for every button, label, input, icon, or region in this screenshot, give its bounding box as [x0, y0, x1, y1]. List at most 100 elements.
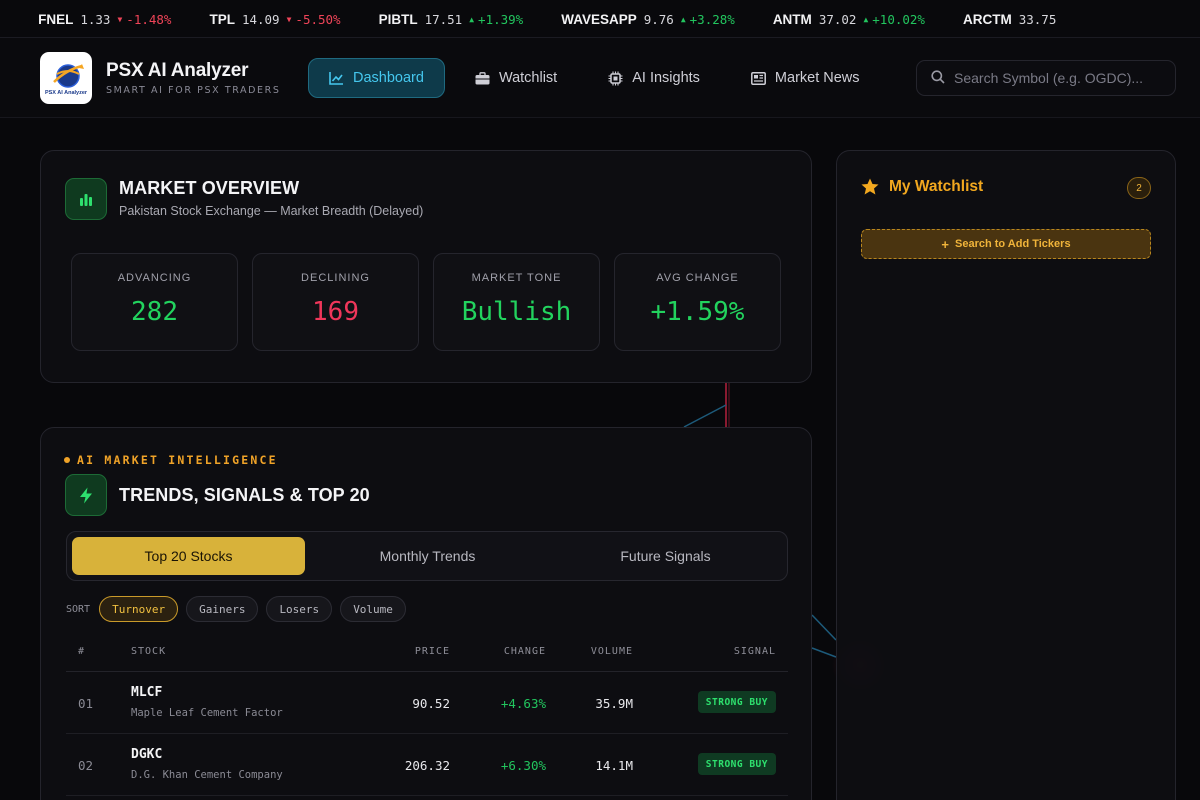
stat-label: AVG CHANGE	[656, 272, 739, 284]
ticker-symbol: WAVESAPP	[561, 11, 637, 27]
price-ticker: .63%FNEL1.33▼-1.48%TPL14.09▼-5.50%PIBTL1…	[0, 0, 1200, 38]
ticker-change-value: -5.50%	[295, 11, 341, 27]
ticker-track: .63%FNEL1.33▼-1.48%TPL14.09▼-5.50%PIBTL1…	[0, 0, 1101, 37]
market-overview-card: MARKET OVERVIEW Pakistan Stock Exchange …	[40, 150, 812, 383]
nav-dashboard[interactable]: Dashboard	[308, 58, 445, 98]
tab-monthly-trends[interactable]: Monthly Trends	[311, 537, 544, 575]
sort-turnover-chip[interactable]: Turnover	[99, 596, 179, 622]
main-nav: Dashboard Watchlist AI Insights Market N…	[308, 58, 890, 98]
sort-label: SORT	[66, 603, 91, 615]
watchlist-count-badge: 2	[1127, 177, 1151, 199]
overview-title: MARKET OVERVIEW	[119, 178, 300, 198]
ticker-change: ▲ +10.02%	[863, 12, 925, 27]
logo-globe-icon: PSX AI Analyzer	[45, 64, 88, 96]
ticker-price: 33.75	[1018, 11, 1057, 27]
stat-declining: DECLINING 169	[252, 253, 419, 351]
ticker-change: ▲ +1.39%	[469, 12, 523, 27]
sort-gainers-chip[interactable]: Gainers	[186, 596, 259, 622]
ai-intelligence-card: AI MARKET INTELLIGENCE TRENDS, SIGNALS &…	[40, 427, 812, 800]
ticker-price: 14.09	[241, 11, 280, 27]
intel-kicker: AI MARKET INTELLIGENCE	[64, 453, 278, 467]
add-tickers-button[interactable]: + Search to Add Tickers	[861, 229, 1151, 259]
plus-icon: +	[941, 236, 950, 252]
stat-label: ADVANCING	[117, 272, 192, 284]
row-rank: 02	[78, 758, 94, 773]
nav-watchlist[interactable]: Watchlist	[454, 58, 578, 98]
brand-logo[interactable]: PSX AI Analyzer	[40, 52, 92, 104]
row-price: 206.32	[404, 758, 450, 773]
col-stock[interactable]: STOCK	[131, 646, 166, 657]
table-header: # STOCK PRICE CHANGE VOLUME SIGNAL	[66, 636, 788, 672]
ticker-item[interactable]: FNEL 1.33 ▼ -1.48%	[38, 12, 171, 27]
nav-ai-insights[interactable]: AI Insights	[587, 58, 721, 98]
newspaper-icon	[750, 71, 766, 85]
star-icon	[861, 178, 879, 199]
col-rank[interactable]: #	[78, 646, 85, 657]
sort-losers-chip[interactable]: Losers	[266, 596, 333, 622]
app-header: PSX AI Analyzer PSX AI Analyzer SMART AI…	[0, 38, 1200, 118]
ticker-symbol: ANTM	[772, 11, 812, 27]
stat-advancing: ADVANCING 282	[71, 253, 238, 351]
stat-value: 282	[131, 297, 178, 327]
ticker-symbol: FNEL	[38, 11, 74, 27]
chart-line-icon	[329, 71, 344, 85]
ticker-change-value: +10.02%	[872, 11, 925, 27]
symbol-search[interactable]	[916, 60, 1176, 96]
table-row[interactable]: 02 DGKC D.G. Khan Cement Company 206.32 …	[66, 734, 788, 796]
nav-market-news-label: Market News	[774, 70, 860, 86]
ticker-symbol: PIBTL	[378, 11, 418, 27]
intel-title: TRENDS, SIGNALS & TOP 20	[119, 485, 370, 505]
ticker-change-value: +3.28%	[689, 11, 735, 27]
nav-market-news[interactable]: Market News	[730, 58, 881, 98]
row-price: 90.52	[412, 696, 450, 711]
tab-top-20[interactable]: Top 20 Stocks	[72, 537, 305, 575]
sort-controls: SORT Turnover Gainers Losers Volume	[66, 596, 414, 622]
ticker-change: ▼ -1.48%	[117, 12, 171, 27]
triangle-up-icon: ▲	[863, 14, 869, 24]
stat-avg-change: AVG CHANGE +1.59%	[614, 253, 781, 351]
stat-value: Bullish	[461, 297, 572, 327]
search-icon	[931, 69, 945, 88]
ticker-change-value: -1.48%	[126, 11, 172, 27]
row-volume: 14.1M	[595, 758, 633, 773]
ticker-item[interactable]: TPL 14.09 ▼ -5.50%	[209, 12, 340, 27]
ticker-item[interactable]: ARCTM 33.75	[963, 12, 1063, 27]
col-change[interactable]: CHANGE	[504, 646, 546, 657]
ticker-item[interactable]: ANTM 37.02 ▲ +10.02%	[773, 12, 925, 27]
col-volume[interactable]: VOLUME	[591, 646, 633, 657]
triangle-up-icon: ▲	[680, 14, 686, 24]
col-signal[interactable]: SIGNAL	[734, 646, 776, 657]
intel-tabs: Top 20 Stocks Monthly Trends Future Sign…	[66, 531, 788, 581]
row-volume: 35.9M	[595, 696, 633, 711]
nav-dashboard-label: Dashboard	[353, 70, 424, 86]
intel-kicker-text: AI MARKET INTELLIGENCE	[77, 453, 278, 467]
svg-text:PSX AI Analyzer: PSX AI Analyzer	[45, 90, 88, 96]
stat-label: MARKET TONE	[471, 272, 562, 284]
ticker-price: 1.33	[80, 11, 111, 27]
triangle-up-icon: ▲	[469, 14, 475, 24]
row-company-name: D.G. Khan Cement Company	[131, 769, 283, 781]
signal-badge: STRONG BUY	[697, 691, 776, 713]
nav-ai-insights-label: AI Insights	[632, 70, 700, 86]
ticker-price: 9.76	[643, 11, 674, 27]
triangle-down-icon: ▼	[117, 14, 123, 24]
stat-market-tone: MARKET TONE Bullish	[433, 253, 600, 351]
search-input[interactable]	[954, 70, 1164, 86]
add-tickers-label: Search to Add Tickers	[955, 238, 1071, 250]
stat-label: DECLINING	[301, 272, 370, 284]
lightning-icon	[65, 474, 107, 516]
ticker-change-value: +1.39%	[478, 11, 524, 27]
status-dot-icon	[64, 457, 70, 463]
watchlist-title: My Watchlist	[889, 178, 984, 195]
col-price[interactable]: PRICE	[415, 646, 450, 657]
stat-value: +1.59%	[650, 297, 745, 327]
tab-future-signals[interactable]: Future Signals	[549, 537, 782, 575]
row-company-name: Maple Leaf Cement Factor	[131, 707, 283, 719]
row-symbol: MLCF	[131, 685, 163, 700]
table-row[interactable]: 01 MLCF Maple Leaf Cement Factor 90.52 +…	[66, 672, 788, 734]
sort-volume-chip[interactable]: Volume	[340, 596, 406, 622]
stat-value: 169	[312, 297, 359, 327]
cpu-chip-icon	[608, 71, 623, 86]
ticker-item[interactable]: WAVESAPP 9.76 ▲ +3.28%	[561, 12, 735, 27]
ticker-item[interactable]: PIBTL 17.51 ▲ +1.39%	[379, 12, 524, 27]
